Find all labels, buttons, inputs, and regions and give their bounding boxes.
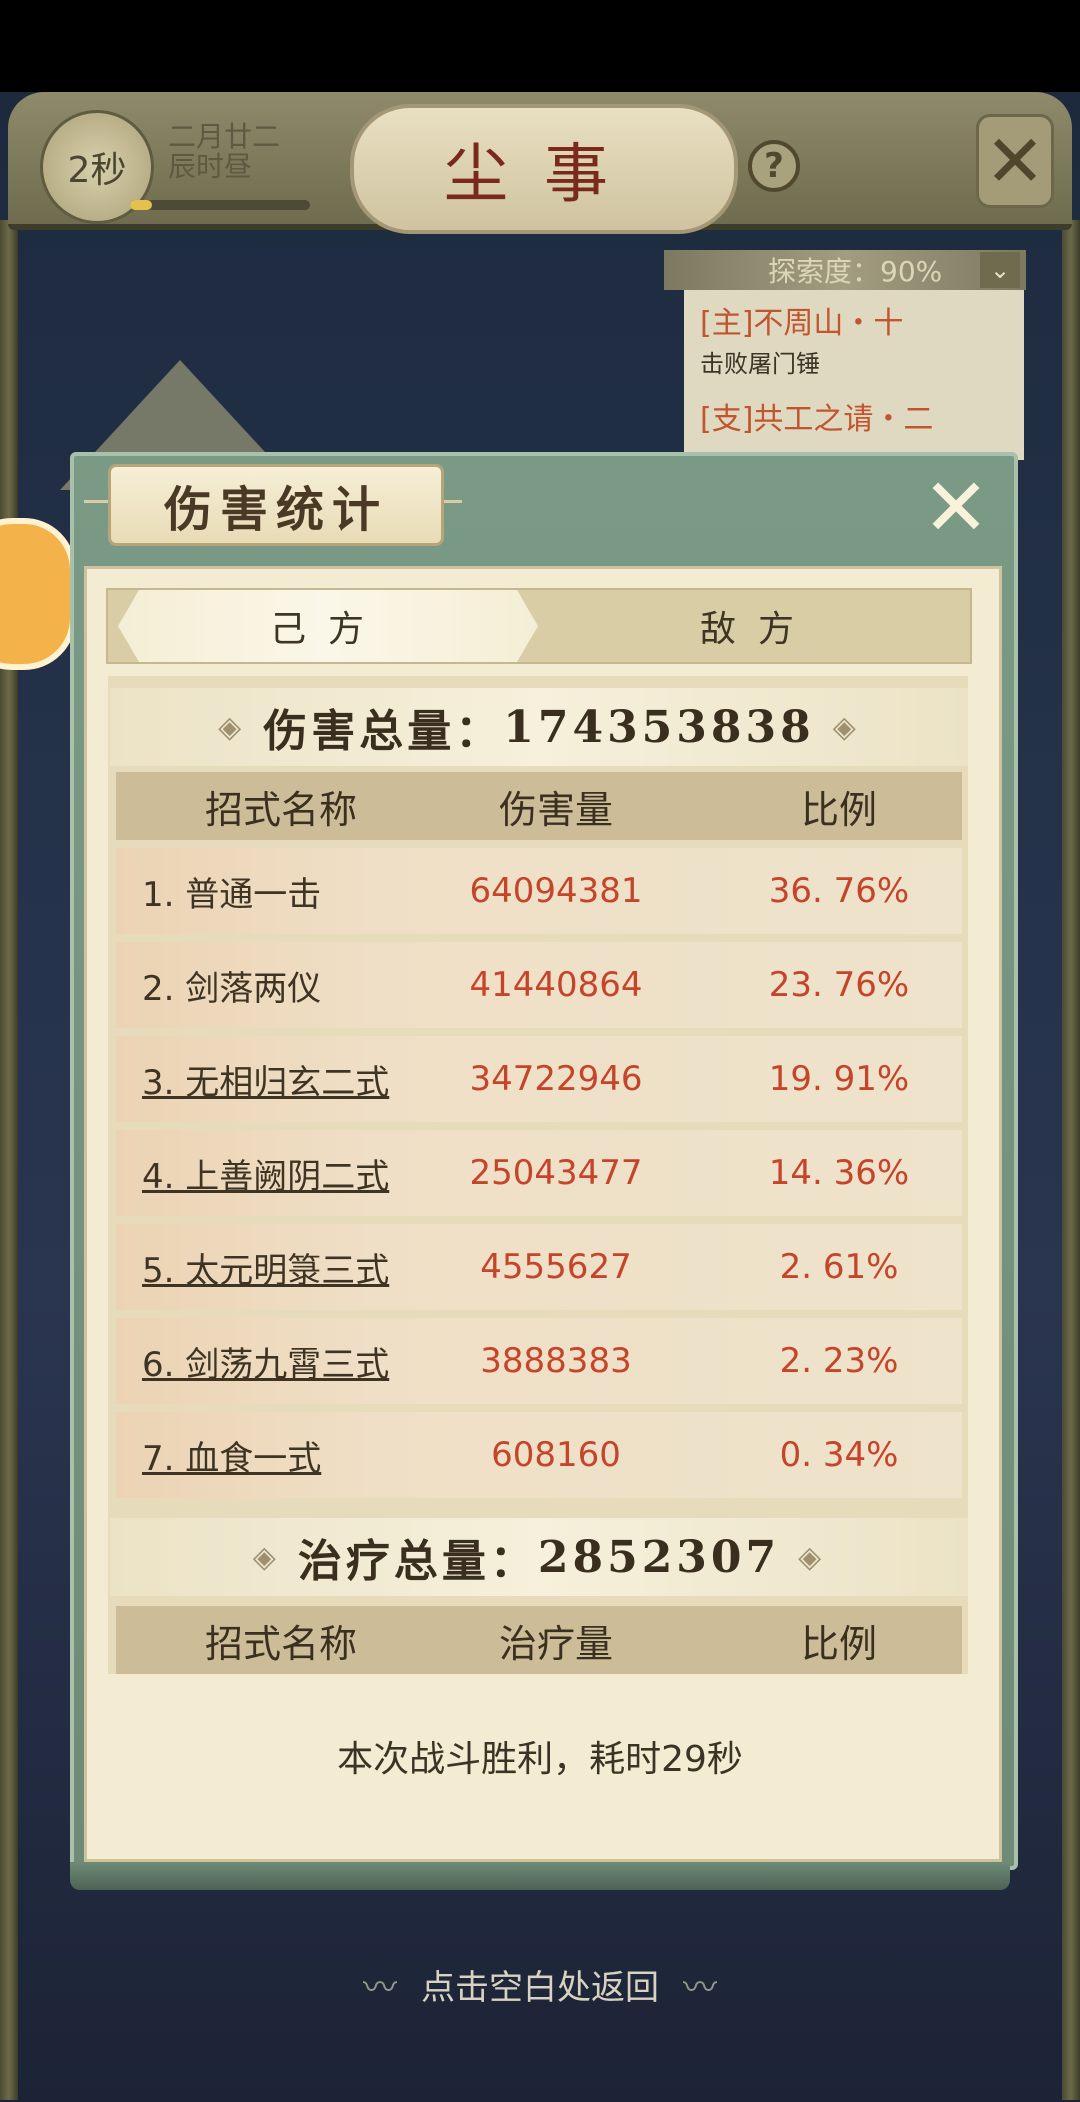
frame-left — [0, 220, 18, 2100]
game-date: 二月廿二 辰时昼 — [168, 122, 280, 182]
wave-icon: 〰 — [683, 1968, 717, 2008]
help-icon[interactable]: ? — [748, 140, 800, 192]
timer-progress-fill — [130, 200, 152, 210]
diamond-icon: ◈ — [798, 1539, 826, 1575]
table-row: 6. 剑荡九霄三式 3888383 2. 23% — [116, 1318, 962, 1404]
dialog-close-icon[interactable]: ✕ — [918, 468, 994, 548]
damage-amount: 4555627 — [480, 1247, 632, 1287]
tab-self[interactable]: 己方 — [118, 590, 538, 662]
damage-ratio: 19. 91% — [768, 1059, 910, 1099]
date-line-2: 辰时昼 — [168, 150, 253, 183]
table-row: 4. 上善阙阴二式 25043477 14. 36% — [116, 1130, 962, 1216]
exploration-progress: 探索度：90% — [664, 250, 1026, 290]
damage-ratio: 2. 61% — [779, 1247, 899, 1287]
damage-total-value: 174353838 — [503, 701, 815, 753]
return-hint[interactable]: 〰点击空白处返回〰 — [0, 1960, 1080, 2009]
damage-amount: 41440864 — [469, 965, 643, 1005]
tab-enemy[interactable]: 敌方 — [548, 590, 968, 662]
damage-ratio: 2. 23% — [779, 1341, 899, 1381]
dialog-title: 伤害统计 — [108, 464, 444, 546]
damage-total-label: 伤害总量： — [263, 706, 504, 757]
floating-assistant-icon[interactable] — [0, 518, 76, 670]
main-quest-title[interactable]: [主]不周山・十 — [700, 298, 903, 342]
healing-total-header: ◈ 治疗总量： 2852307 ◈ — [110, 1518, 968, 1596]
damage-amount: 3888383 — [480, 1341, 632, 1381]
damage-ratio: 14. 36% — [768, 1153, 910, 1193]
skill-name-link[interactable]: 6. 剑荡九霄三式 — [142, 1318, 389, 1404]
skill-name: 1. 普通一击 — [142, 874, 322, 915]
main-quest-desc: 击败屠门锤 — [700, 350, 820, 378]
column-healing: 治疗量 — [498, 1621, 613, 1666]
timer-text: 2秒 — [67, 150, 127, 191]
damage-amount: 34722946 — [469, 1059, 643, 1099]
damage-ratio: 36. 76% — [768, 871, 910, 911]
skill-name-link[interactable]: 5. 太元明箓三式 — [142, 1224, 389, 1310]
damage-amount: 64094381 — [469, 871, 643, 911]
healing-total-value: 2852307 — [537, 1531, 781, 1583]
damage-amount: 25043477 — [469, 1153, 643, 1193]
diamond-icon: ◈ — [832, 709, 860, 745]
diamond-icon: ◈ — [218, 709, 246, 745]
diamond-icon: ◈ — [252, 1539, 280, 1575]
wave-icon: 〰 — [363, 1968, 397, 2008]
damage-table-header: 招式名称 伤害量 比例 — [116, 772, 962, 840]
healing-table-header: 招式名称 治疗量 比例 — [116, 1606, 962, 1674]
damage-total-header: ◈ 伤害总量： 174353838 ◈ — [110, 688, 968, 766]
table-row: 2. 剑落两仪 41440864 23. 76% — [116, 942, 962, 1028]
table-row: 7. 血食一式 608160 0. 34% — [116, 1412, 962, 1498]
side-tabs: 己方 敌方 — [106, 588, 972, 664]
column-ratio: 比例 — [800, 1621, 877, 1666]
date-line-1: 二月廿二 — [168, 120, 281, 153]
healing-total-label: 治疗总量： — [297, 1536, 538, 1587]
damage-amount: 608160 — [491, 1435, 621, 1475]
damage-ratio: 0. 34% — [779, 1435, 899, 1475]
return-hint-label: 点击空白处返回 — [421, 1968, 659, 2008]
table-row: 5. 太元明箓三式 4555627 2. 61% — [116, 1224, 962, 1310]
skill-name: 2. 剑落两仪 — [142, 968, 322, 1009]
chevron-down-icon[interactable]: ⌄ — [980, 252, 1020, 288]
column-damage: 伤害量 — [498, 787, 613, 832]
skill-name-link[interactable]: 7. 血食一式 — [142, 1412, 321, 1498]
page-title: 尘事 — [350, 104, 738, 234]
table-row: 1. 普通一击 64094381 36. 76% — [116, 848, 962, 934]
damage-ratio: 23. 76% — [768, 965, 910, 1005]
skill-name-link[interactable]: 4. 上善阙阴二式 — [142, 1130, 389, 1216]
battle-result-text: 本次战斗胜利，耗时29秒 — [337, 1739, 743, 1780]
timer-progress-bar — [130, 200, 310, 210]
column-ratio: 比例 — [800, 787, 877, 832]
top-close-icon[interactable]: ✕ — [976, 114, 1054, 208]
skill-name-link[interactable]: 3. 无相归玄二式 — [142, 1036, 389, 1122]
side-quest-title[interactable]: [支]共工之请・二 — [700, 394, 933, 438]
dialog-bottom-edge — [70, 1862, 1010, 1890]
frame-right — [1062, 220, 1080, 2100]
table-row: 3. 无相归玄二式 34722946 19. 91% — [116, 1036, 962, 1122]
